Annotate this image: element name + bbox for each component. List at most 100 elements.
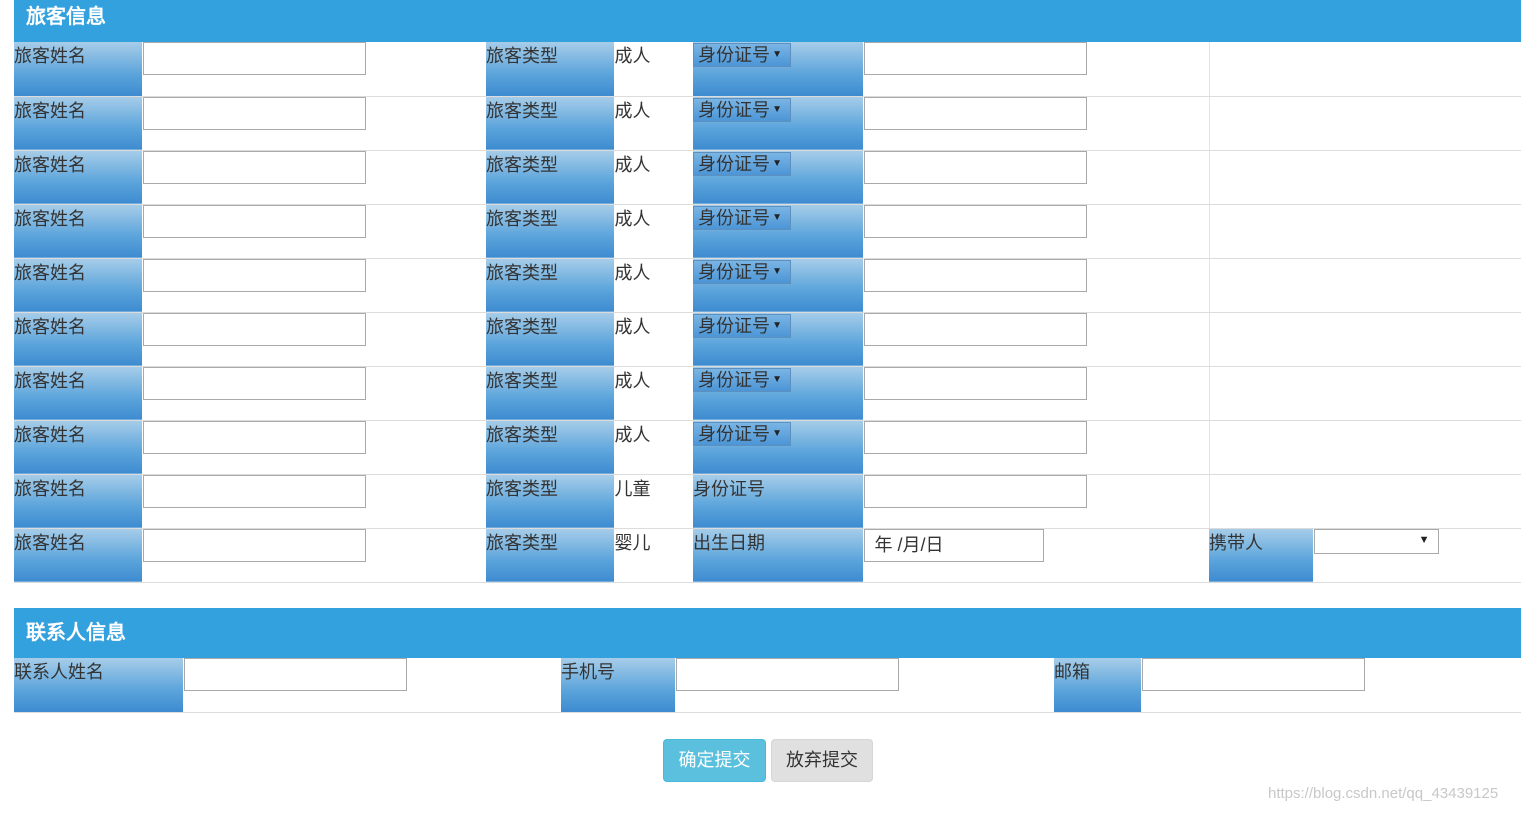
confirm-submit-button[interactable]: 确定提交	[663, 739, 766, 782]
carrier-select[interactable]: ▼	[1313, 528, 1439, 554]
contact-name-label: 联系人姓名	[14, 658, 184, 713]
watermark: https://blog.csdn.net/qq_43439125	[1268, 785, 1499, 802]
passenger-name-input-cell	[142, 312, 486, 367]
id-number-input-cell	[863, 42, 1209, 97]
id-type-select-label: 身份证号	[698, 315, 770, 336]
passenger-name-label: 旅客姓名	[14, 420, 143, 475]
passenger-name-input-cell	[142, 96, 486, 151]
dropdown-arrow-icon: ▼	[772, 427, 782, 439]
id-type-select[interactable]: 身份证号 ▼	[693, 367, 791, 392]
email-input[interactable]	[1141, 658, 1365, 691]
passenger-name-input[interactable]	[142, 474, 366, 508]
id-number-input[interactable]	[863, 258, 1087, 292]
passenger-name-input-cell	[142, 42, 486, 97]
id-number-input[interactable]	[863, 420, 1087, 454]
passenger-type-value: 成人	[614, 312, 693, 367]
passenger-name-input-cell	[142, 258, 486, 313]
birth-date-cell: 年 /月/日	[863, 528, 1209, 583]
phone-input[interactable]	[675, 658, 899, 691]
empty-cell	[1208, 150, 1521, 205]
passenger-name-input-cell	[142, 204, 486, 259]
passenger-type-value: 成人	[614, 42, 693, 97]
passenger-type-label: 旅客类型	[486, 96, 615, 151]
empty-cell	[1208, 204, 1521, 259]
id-number-input[interactable]	[863, 474, 1087, 508]
passenger-type-value: 成人	[614, 420, 693, 475]
id-number-input[interactable]	[863, 204, 1087, 238]
passenger-row: 旅客姓名 旅客类型 成人 身份证号 ▼	[14, 420, 1521, 475]
empty-cell	[1208, 42, 1521, 97]
id-type-cell: 身份证号 ▼	[693, 312, 864, 367]
dropdown-arrow-icon: ▼	[772, 265, 782, 277]
cancel-submit-button[interactable]: 放弃提交	[771, 739, 873, 782]
dropdown-arrow-icon: ▼	[772, 319, 782, 331]
contact-name-cell	[183, 658, 561, 713]
empty-cell	[1208, 96, 1521, 151]
id-number-input[interactable]	[863, 366, 1087, 400]
passenger-type-label: 旅客类型	[486, 474, 615, 529]
dropdown-arrow-icon: ▼	[772, 103, 782, 115]
id-type-cell: 身份证号 ▼	[693, 258, 864, 313]
email-cell	[1141, 658, 1521, 713]
passenger-name-label: 旅客姓名	[14, 474, 143, 529]
id-number-input-cell	[863, 96, 1209, 151]
passenger-name-input[interactable]	[142, 420, 366, 454]
passenger-name-input[interactable]	[142, 204, 366, 238]
passenger-name-label: 旅客姓名	[14, 528, 143, 583]
id-type-select-label: 身份证号	[698, 153, 770, 174]
id-number-input-cell	[863, 474, 1209, 529]
id-type-select[interactable]: 身份证号 ▼	[693, 43, 791, 67]
passenger-row: 旅客姓名 旅客类型 成人 身份证号 ▼	[14, 96, 1521, 151]
id-number-input[interactable]	[863, 42, 1087, 75]
id-type-select-label: 身份证号	[698, 45, 770, 65]
passenger-type-label: 旅客类型	[486, 42, 615, 97]
id-type-cell: 身份证号 ▼	[693, 96, 864, 151]
passenger-type-value: 成人	[614, 258, 693, 313]
id-type-select[interactable]: 身份证号 ▼	[693, 313, 791, 338]
phone-label: 手机号	[561, 658, 676, 713]
passenger-name-label: 旅客姓名	[14, 96, 143, 151]
id-number-input-cell	[863, 366, 1209, 421]
passenger-name-label: 旅客姓名	[14, 42, 143, 97]
passenger-name-input-cell	[142, 528, 486, 583]
passenger-name-input-cell	[142, 474, 486, 529]
id-number-input[interactable]	[863, 150, 1087, 184]
id-number-input[interactable]	[863, 312, 1087, 346]
birth-date-input[interactable]: 年 /月/日	[863, 528, 1044, 562]
passenger-name-label: 旅客姓名	[14, 150, 143, 205]
passenger-type-value: 成人	[614, 204, 693, 259]
passenger-name-input[interactable]	[142, 366, 366, 400]
passenger-row: 旅客姓名 旅客类型 成人 身份证号 ▼	[14, 312, 1521, 367]
id-number-input-cell	[863, 312, 1209, 367]
empty-cell	[1208, 474, 1521, 529]
passenger-row: 旅客姓名 旅客类型 儿童 身份证号	[14, 474, 1521, 529]
id-type-select-label: 身份证号	[698, 99, 770, 120]
passenger-name-input[interactable]	[142, 42, 366, 75]
passenger-section-title: 旅客信息	[14, 0, 1521, 42]
contact-name-input[interactable]	[183, 658, 407, 691]
passenger-name-label: 旅客姓名	[14, 312, 143, 367]
passenger-name-input[interactable]	[142, 150, 366, 184]
id-type-select[interactable]: 身份证号 ▼	[693, 205, 791, 230]
id-type-select[interactable]: 身份证号 ▼	[693, 421, 791, 446]
passenger-name-input[interactable]	[142, 312, 366, 346]
passenger-type-value: 儿童	[614, 474, 693, 529]
email-label: 邮箱	[1054, 658, 1142, 713]
passenger-name-input[interactable]	[142, 258, 366, 292]
id-type-cell: 身份证号 ▼	[693, 366, 864, 421]
passenger-name-input[interactable]	[142, 96, 366, 130]
passenger-name-input-cell	[142, 150, 486, 205]
id-type-select[interactable]: 身份证号 ▼	[693, 151, 791, 176]
passenger-row: 旅客姓名 旅客类型 成人 身份证号 ▼	[14, 366, 1521, 421]
empty-cell	[1208, 366, 1521, 421]
passenger-row: 旅客姓名 旅客类型 成人 身份证号 ▼	[14, 42, 1521, 97]
dropdown-arrow-icon: ▼	[772, 211, 782, 223]
id-type-select-label: 身份证号	[698, 423, 770, 444]
id-type-select[interactable]: 身份证号 ▼	[693, 259, 791, 284]
passenger-name-input[interactable]	[142, 528, 366, 562]
id-number-input[interactable]	[863, 96, 1087, 130]
passenger-type-label: 旅客类型	[486, 258, 615, 313]
carrier-cell: ▼	[1313, 528, 1521, 583]
id-type-select[interactable]: 身份证号 ▼	[693, 97, 791, 122]
passenger-type-value: 成人	[614, 96, 693, 151]
